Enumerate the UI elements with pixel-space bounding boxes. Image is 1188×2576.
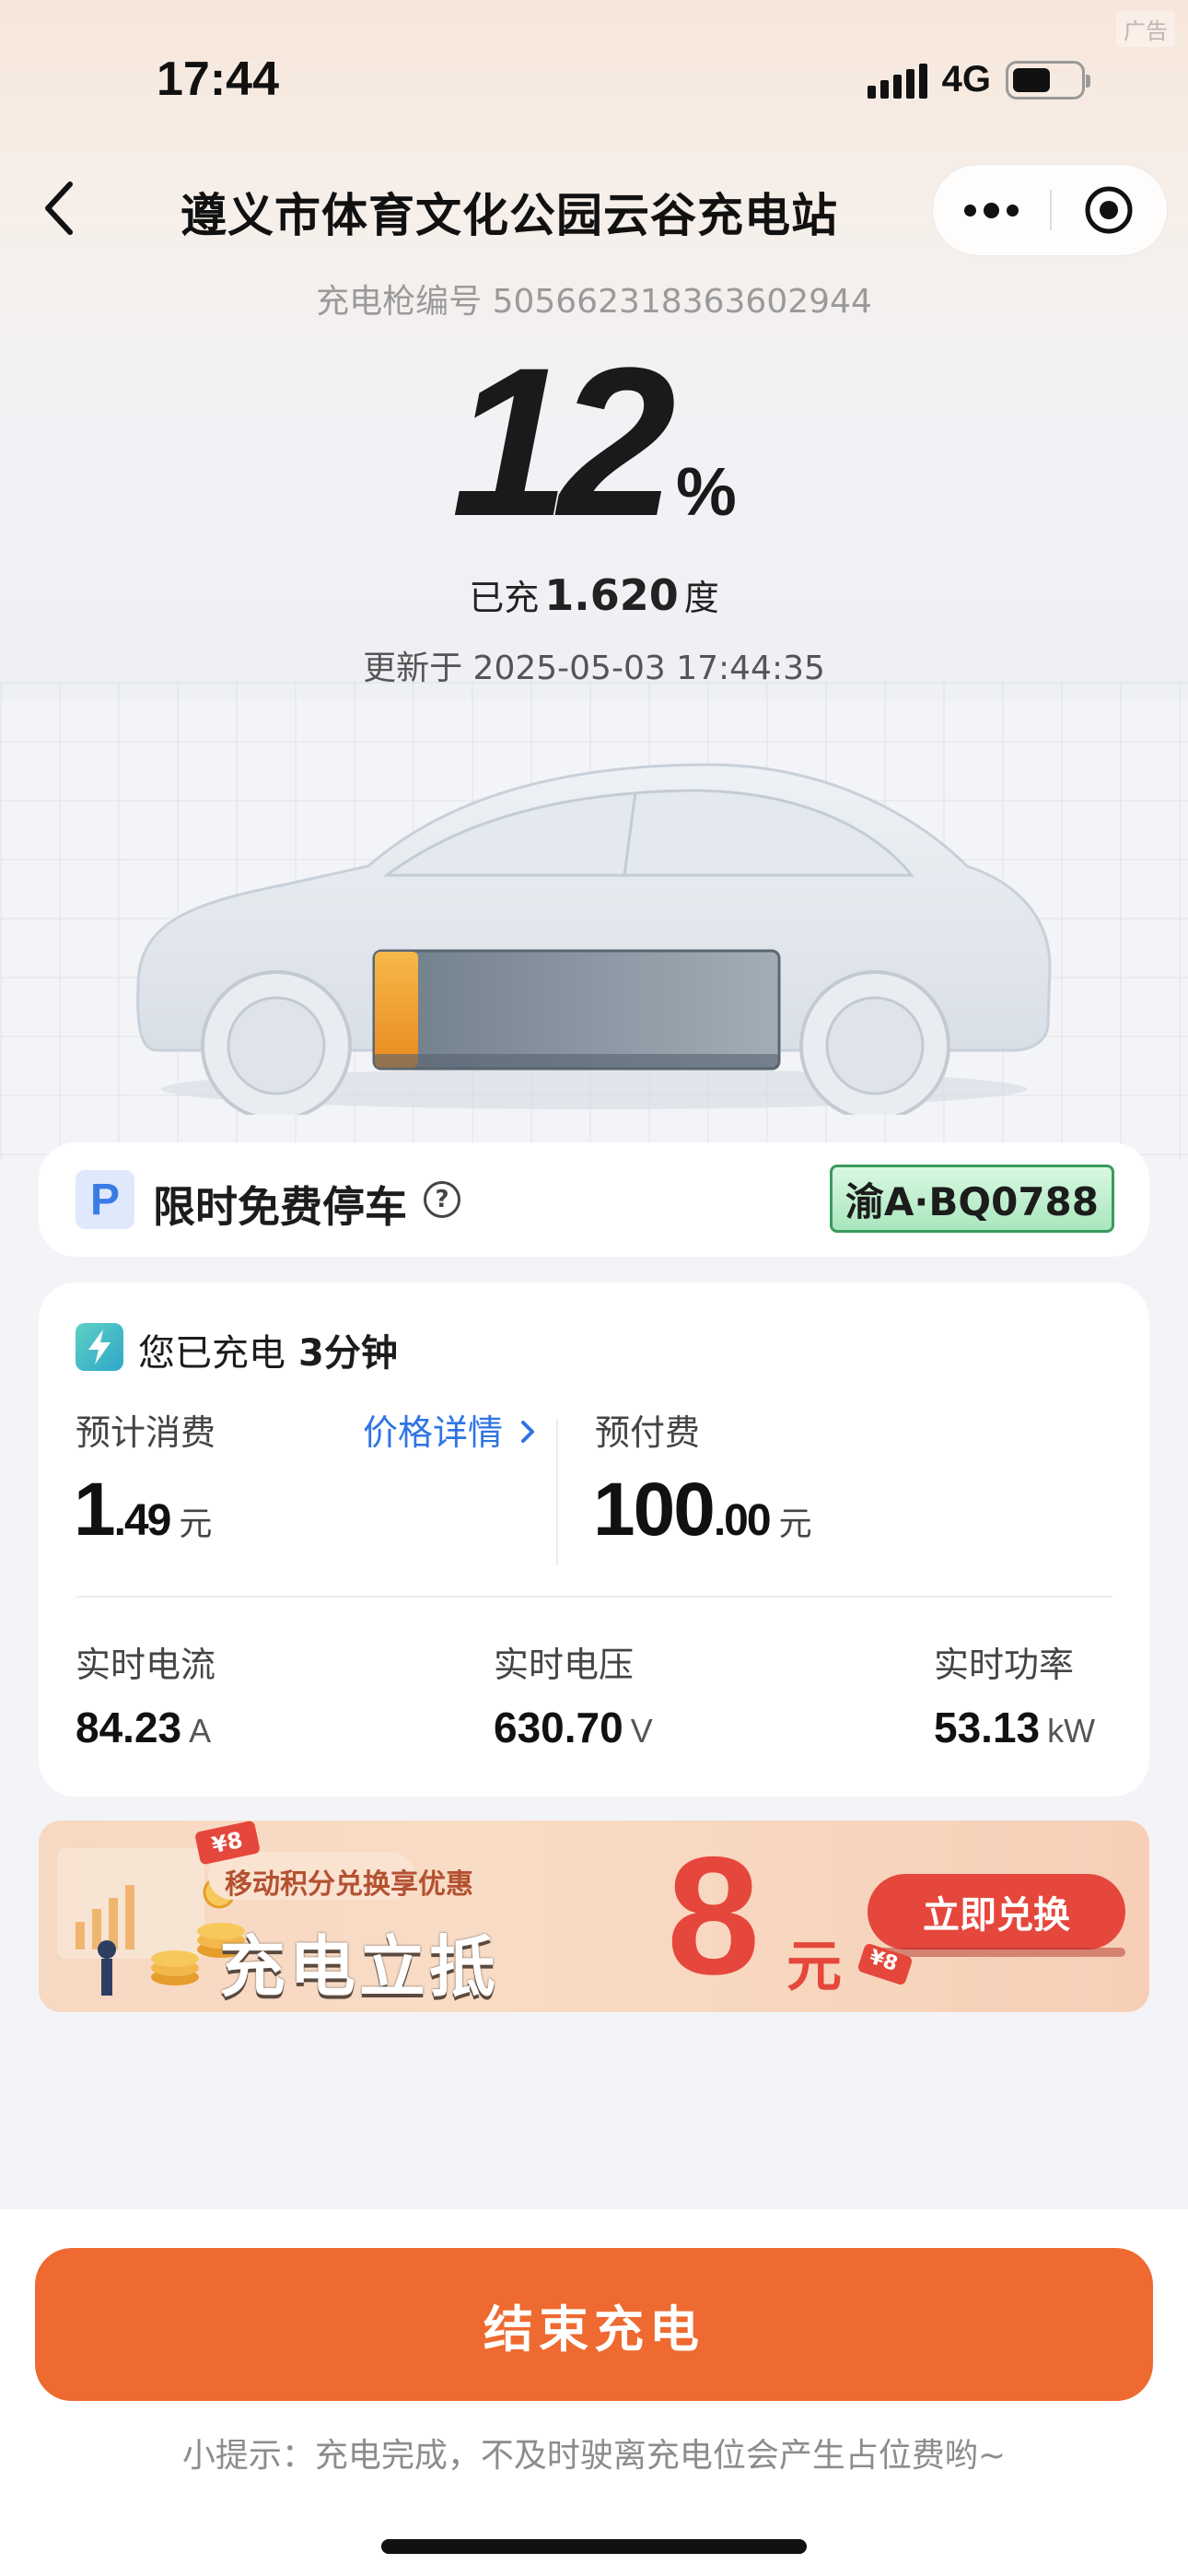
prepaid-dec: .00	[713, 1496, 772, 1545]
current-unit: A	[189, 1712, 212, 1750]
charged-prefix: 已充	[469, 578, 540, 618]
current-value: 84.23 A	[76, 1703, 211, 1752]
currency-unit: 元	[179, 1505, 213, 1543]
page-title: 遵义市体育文化公园云谷充电站	[181, 189, 838, 242]
power-unit: kW	[1047, 1712, 1096, 1750]
voltage-unit: V	[630, 1712, 653, 1750]
parking-card[interactable]: P 限时免费停车 ? 渝A·BQ0788	[39, 1142, 1149, 1257]
prepaid-value: 100.00 元	[593, 1467, 812, 1553]
signal-icon	[867, 62, 927, 99]
status-indicators: 4G	[867, 59, 1090, 100]
charging-duration-label: 您已充电	[138, 1332, 285, 1375]
chevron-left-icon	[45, 181, 73, 235]
voltage-number: 630.70	[494, 1704, 623, 1751]
vertical-divider	[556, 1419, 558, 1566]
power-number: 53.13	[934, 1704, 1041, 1751]
parking-icon: P	[76, 1170, 134, 1229]
chevron-right-icon	[521, 1421, 535, 1443]
promo-amount-unit: 元	[786, 1935, 842, 1999]
close-miniprogram-button[interactable]	[1052, 164, 1167, 256]
battery-fill	[375, 952, 418, 1068]
estimated-cost-value: 1.49 元	[74, 1467, 212, 1553]
updated-time: 更新于 2025-05-03 17:44:35	[363, 650, 825, 687]
battery-indicator	[372, 949, 781, 1071]
horizontal-divider	[76, 1596, 1112, 1598]
estimated-cost-dec: .49	[113, 1496, 172, 1545]
power-value: 53.13 kW	[934, 1703, 1095, 1752]
promo-cta-button[interactable]: 立即兑换	[868, 1874, 1125, 1950]
more-dot-icon	[984, 202, 999, 218]
promo-subtitle: 移动积分兑换享优惠	[225, 1868, 473, 1901]
prepaid-int: 100	[593, 1468, 716, 1551]
promo-amount: 8	[667, 1821, 761, 2009]
current-number: 84.23	[76, 1704, 182, 1751]
more-button[interactable]	[933, 164, 1050, 256]
charging-duration: 您已充电 3分钟	[138, 1323, 398, 1376]
tip-text: 小提示：充电完成，不及时驶离充电位会产生占位费哟~	[181, 2437, 1007, 2475]
currency-unit: 元	[778, 1505, 812, 1543]
charged-unit: 度	[683, 578, 719, 618]
promo-headline: 充电立抵	[219, 1928, 500, 2006]
end-charging-button[interactable]: 结束充电	[35, 2248, 1153, 2401]
power-label: 实时功率	[934, 1645, 1075, 1685]
estimated-cost-label: 预计消费	[76, 1412, 216, 1453]
charging-gun-id: 充电枪编号 505662318363602944	[316, 283, 872, 321]
parking-title: 限时免费停车	[153, 1182, 407, 1232]
charging-info-card: 您已充电 3分钟 预计消费 价格详情 预付费 1.49 元 100.00 元 实时电流…	[39, 1282, 1149, 1797]
promo-banner[interactable]: ¥8 移动积分兑换享优惠 充电立抵 8 元 ¥8 立即兑换	[39, 1821, 1149, 2012]
current-label: 实时电流	[76, 1645, 216, 1685]
target-icon	[1085, 186, 1133, 234]
charged-energy: 已充 1.620 度	[0, 569, 1188, 620]
back-button[interactable]	[37, 177, 81, 240]
home-indicator[interactable]	[381, 2539, 807, 2554]
price-detail-label: 价格详情	[363, 1412, 504, 1453]
ad-tag: 广告	[1116, 11, 1175, 47]
miniprogram-capsule	[932, 164, 1168, 256]
charge-percent: 12%	[0, 336, 1188, 548]
price-detail-link[interactable]: 价格详情	[363, 1404, 536, 1455]
charged-value: 1.620	[544, 570, 679, 620]
network-type: 4G	[941, 59, 991, 100]
status-time: 17:44	[157, 53, 279, 106]
charge-percent-sign: %	[676, 453, 737, 530]
estimated-cost-int: 1	[74, 1468, 116, 1551]
more-dot-icon	[1007, 204, 1019, 217]
charging-duration-value: 3分钟	[298, 1332, 398, 1375]
battery-icon	[1006, 60, 1090, 100]
charge-percent-value: 12	[451, 323, 676, 560]
voltage-value: 630.70 V	[494, 1703, 653, 1752]
more-dot-icon	[964, 204, 976, 217]
voltage-label: 实时电压	[494, 1645, 635, 1685]
lightning-icon	[76, 1323, 123, 1371]
help-icon[interactable]: ?	[424, 1181, 460, 1218]
car-illustration	[136, 763, 1052, 1115]
license-plate: 渝A·BQ0788	[829, 1165, 1114, 1233]
prepaid-label: 预付费	[595, 1412, 701, 1453]
